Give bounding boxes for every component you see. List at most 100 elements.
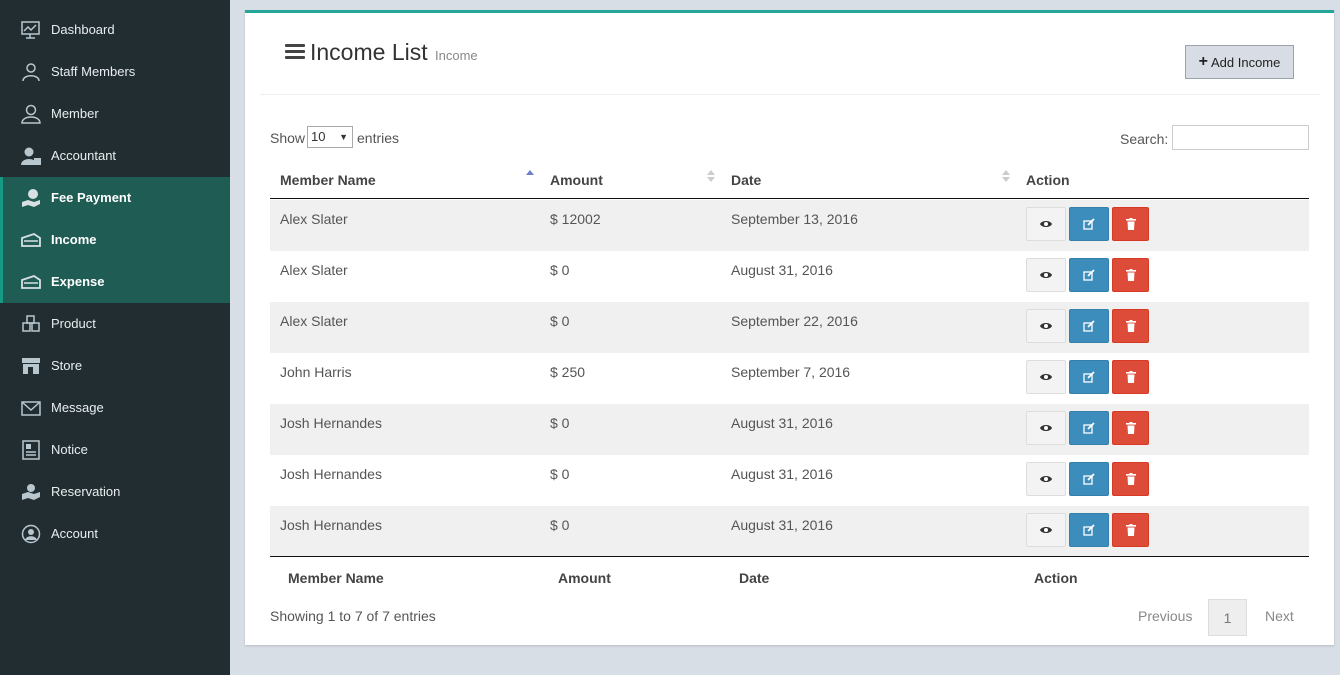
column-header-member-name[interactable]: Member Name [280, 172, 376, 188]
cell-member-name: Josh Hernandes [280, 466, 382, 482]
cell-date: September 22, 2016 [731, 313, 858, 329]
delete-button[interactable] [1112, 513, 1149, 547]
store-icon [22, 358, 40, 374]
sidebar-item-message[interactable]: Message [0, 387, 230, 429]
sidebar-item-income[interactable]: Income [0, 219, 230, 261]
search-input[interactable] [1172, 125, 1309, 150]
eye-icon [1040, 527, 1052, 533]
view-button[interactable] [1026, 411, 1066, 445]
page-size-value: 10 [311, 129, 326, 144]
cell-amount: $ 250 [550, 364, 586, 380]
sidebar-item-dashboard[interactable]: Dashboard [0, 9, 230, 51]
trash-icon [1125, 371, 1136, 383]
cell-amount: $ 0 [550, 313, 570, 329]
edit-button[interactable] [1069, 258, 1109, 292]
page-size-select[interactable]: 10 ▼ [307, 126, 353, 148]
cell-date: August 31, 2016 [731, 517, 833, 533]
accountant-icon [21, 147, 41, 165]
edit-icon [1082, 422, 1095, 434]
footer-action: Action [1034, 570, 1078, 586]
view-button[interactable] [1026, 207, 1066, 241]
sidebar-item-label: Account [51, 526, 98, 541]
cell-date: September 13, 2016 [731, 211, 858, 227]
cell-amount: $ 0 [550, 415, 570, 431]
sidebar-item-label: Expense [51, 274, 105, 289]
cell-date: September 7, 2016 [731, 364, 851, 380]
view-button[interactable] [1026, 309, 1066, 343]
eye-icon [1040, 374, 1052, 380]
edit-button[interactable] [1069, 360, 1109, 394]
table-row: John Harris $ 250 September 7, 2016 [270, 353, 1309, 404]
column-header-amount[interactable]: Amount [550, 172, 603, 188]
delete-button[interactable] [1112, 462, 1149, 496]
delete-button[interactable] [1112, 360, 1149, 394]
header-divider [260, 94, 1320, 95]
sidebar-item-store[interactable]: Store [0, 345, 230, 387]
show-label: Show [270, 130, 306, 146]
page-title: Income List [310, 39, 428, 65]
view-button[interactable] [1026, 258, 1066, 292]
page-1-button[interactable]: 1 [1208, 599, 1247, 636]
sidebar-item-staff-members[interactable]: Staff Members [0, 51, 230, 93]
edit-button[interactable] [1069, 513, 1109, 547]
sidebar-item-notice[interactable]: Notice [0, 429, 230, 471]
caret-down-icon: ▼ [339, 132, 348, 142]
cell-member-name: Alex Slater [280, 262, 348, 278]
sidebar-item-reservation[interactable]: Reservation [0, 471, 230, 513]
table-row: Josh Hernandes $ 0 August 31, 2016 [270, 455, 1309, 506]
sort-asc-icon [526, 170, 534, 175]
sidebar-item-label: Fee Payment [51, 190, 132, 205]
cell-date: August 31, 2016 [731, 262, 833, 278]
cell-amount: $ 0 [550, 466, 570, 482]
sidebar-item-member[interactable]: Member [0, 93, 230, 135]
column-header-action: Action [1026, 172, 1070, 188]
footer-amount: Amount [558, 570, 611, 586]
trash-icon [1125, 320, 1136, 332]
cell-member-name: Josh Hernandes [280, 517, 382, 533]
delete-button[interactable] [1112, 207, 1149, 241]
table-row: Josh Hernandes $ 0 August 31, 2016 [270, 404, 1309, 455]
list-icon [285, 44, 305, 60]
next-button[interactable]: Next [1265, 608, 1294, 624]
table-header: Member Name Amount Date Action [270, 165, 1309, 199]
add-income-button[interactable]: + Add Income [1185, 45, 1294, 79]
sidebar-item-account[interactable]: Account [0, 513, 230, 555]
edit-icon [1082, 218, 1095, 230]
cell-amount: $ 0 [550, 262, 570, 278]
delete-button[interactable] [1112, 411, 1149, 445]
sidebar-item-label: Income [51, 232, 97, 247]
sidebar-item-label: Member [51, 106, 99, 121]
notice-icon [22, 440, 40, 460]
trash-icon [1125, 473, 1136, 485]
previous-button[interactable]: Previous [1138, 608, 1192, 624]
trash-icon [1125, 422, 1136, 434]
edit-button[interactable] [1069, 462, 1109, 496]
table-row: Josh Hernandes $ 0 August 31, 2016 [270, 506, 1309, 557]
sidebar-item-fee-payment[interactable]: Fee Payment [0, 177, 230, 219]
delete-button[interactable] [1112, 309, 1149, 343]
sidebar-item-product[interactable]: Product [0, 303, 230, 345]
edit-button[interactable] [1069, 309, 1109, 343]
eye-icon [1040, 272, 1052, 278]
page-subtitle: Income [435, 48, 478, 63]
expense-icon [21, 275, 41, 289]
sidebar-item-label: Message [51, 400, 104, 415]
column-header-date[interactable]: Date [731, 172, 761, 188]
add-income-label: Add Income [1210, 54, 1281, 70]
delete-button[interactable] [1112, 258, 1149, 292]
member-icon [21, 104, 41, 124]
edit-button[interactable] [1069, 411, 1109, 445]
cell-date: August 31, 2016 [731, 415, 833, 431]
sidebar-item-expense[interactable]: Expense [0, 261, 230, 303]
edit-button[interactable] [1069, 207, 1109, 241]
cell-date: August 31, 2016 [731, 466, 833, 482]
edit-icon [1082, 473, 1095, 485]
view-button[interactable] [1026, 360, 1066, 394]
view-button[interactable] [1026, 513, 1066, 547]
sort-both-icon [707, 170, 715, 182]
sidebar-item-accountant[interactable]: Accountant [0, 135, 230, 177]
account-icon [21, 524, 41, 544]
view-button[interactable] [1026, 462, 1066, 496]
edit-icon [1082, 269, 1095, 281]
cell-member-name: John Harris [280, 364, 352, 380]
